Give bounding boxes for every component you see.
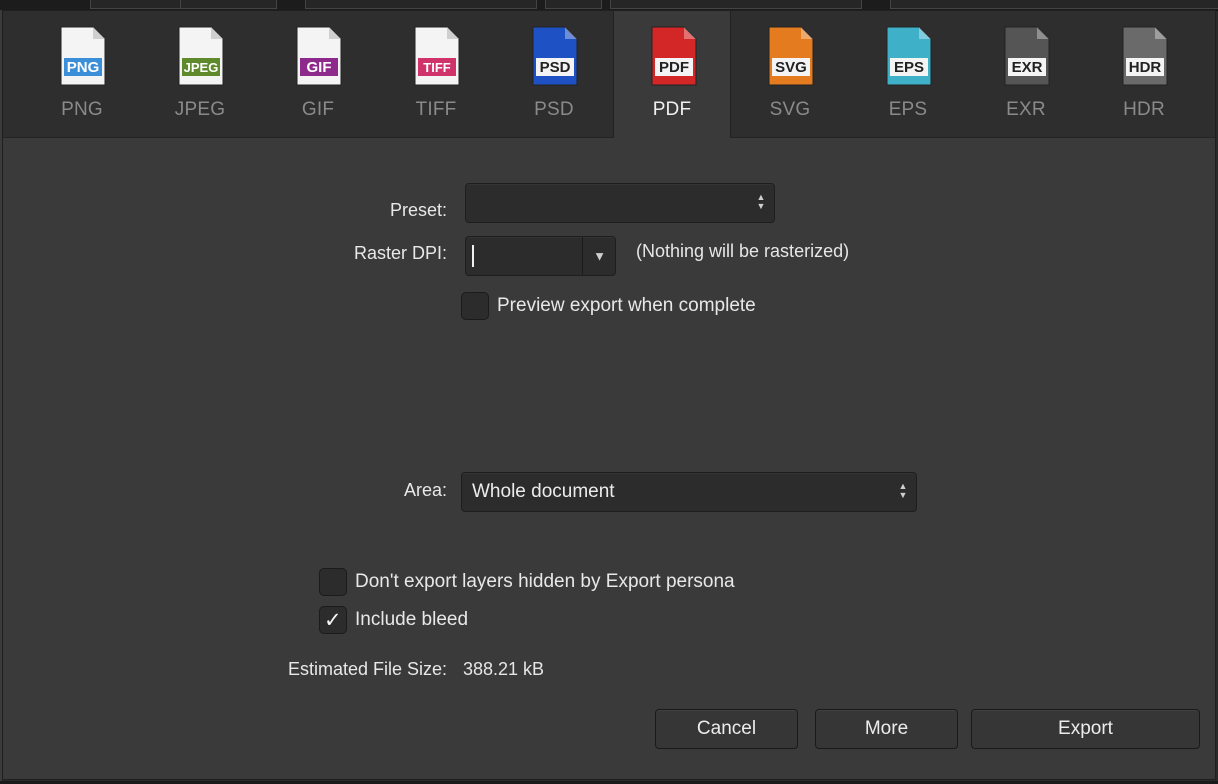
format-tab-exr[interactable]: EXR EXR — [967, 11, 1085, 137]
format-tab-label: JPEG — [174, 99, 226, 120]
file-icon-badge-text: HDR — [1129, 59, 1162, 76]
checkmark-icon: ✓ — [324, 609, 342, 632]
format-tab-label: HDR — [1123, 99, 1165, 120]
eps-file-icon: EPS — [886, 26, 932, 86]
format-tab-label: EXR — [1006, 99, 1046, 120]
dont-export-hidden-label: Don't export layers hidden by Export per… — [355, 571, 735, 592]
raster-dpi-label: Raster DPI: — [353, 243, 447, 263]
tiff-file-icon: TIFF — [414, 26, 460, 86]
format-tab-label: SVG — [769, 99, 811, 120]
include-bleed-checkbox[interactable]: ✓ — [319, 606, 347, 634]
format-tab-pdf[interactable]: PDF PDF — [613, 11, 731, 138]
preset-label: Preset: — [389, 200, 447, 220]
format-tab-psd[interactable]: PSD PSD — [495, 11, 613, 137]
svg-file-icon: SVG — [768, 26, 814, 86]
up-down-stepper-icon: ▲ ▼ — [756, 192, 766, 211]
format-tab-label: GIF — [301, 99, 335, 120]
raster-dpi-note: (Nothing will be rasterized) — [636, 241, 850, 261]
hdr-file-icon: HDR — [1122, 26, 1168, 86]
format-selector-bar: PNG PNG JPEG JPEG GIF GIF TIFF TIFF PSD PSD PDF PDF… — [3, 11, 1215, 138]
file-icon-badge-text: JPEG — [184, 60, 219, 75]
exr-file-icon: EXR — [1004, 26, 1050, 86]
file-icon-badge-text: PSD — [540, 59, 571, 76]
combo-divider — [582, 237, 583, 275]
format-tab-label: PNG — [61, 99, 103, 120]
preview-export-label: Preview export when complete — [497, 295, 756, 316]
file-icon-badge-text: EPS — [894, 59, 924, 76]
dont-export-hidden-checkbox[interactable] — [319, 568, 347, 596]
format-tab-label: EPS — [888, 99, 928, 120]
format-tab-label: PDF — [652, 99, 692, 120]
raster-dpi-combo[interactable]: ▼ — [465, 236, 616, 276]
preview-export-checkbox[interactable] — [461, 292, 489, 320]
file-icon-badge-text: EXR — [1012, 59, 1043, 76]
psd-file-icon: PSD — [532, 26, 578, 86]
triangle-down-icon[interactable]: ▼ — [593, 249, 606, 264]
preset-select[interactable]: ▲ ▼ — [465, 183, 775, 223]
format-tab-eps[interactable]: EPS EPS — [849, 11, 967, 137]
format-tab-tiff[interactable]: TIFF TIFF — [377, 11, 495, 137]
include-bleed-label: Include bleed — [355, 609, 469, 630]
jpeg-file-icon: JPEG — [178, 26, 224, 86]
area-value: Whole document — [472, 481, 615, 502]
export-button[interactable]: Export — [971, 709, 1200, 749]
gif-file-icon: GIF — [296, 26, 342, 86]
cancel-button[interactable]: Cancel — [655, 709, 798, 749]
file-icon-badge-text: SVG — [775, 59, 807, 76]
export-dialog: PNG PNG JPEG JPEG GIF GIF TIFF TIFF PSD PSD PDF PDF… — [2, 10, 1216, 780]
file-icon-badge-text: TIFF — [423, 60, 450, 75]
format-tab-jpeg[interactable]: JPEG JPEG — [141, 11, 259, 137]
area-label: Area: — [403, 480, 447, 500]
area-select[interactable]: Whole document ▲ ▼ — [461, 472, 917, 512]
format-tab-svg[interactable]: SVG SVG — [731, 11, 849, 137]
file-size-label: Estimated File Size: — [287, 659, 447, 679]
format-tab-gif[interactable]: GIF GIF — [259, 11, 377, 137]
file-size-value: 388.21 kB — [463, 659, 545, 679]
png-file-icon: PNG — [60, 26, 106, 86]
file-icon-badge-text: GIF — [307, 59, 332, 76]
file-icon-badge-text: PNG — [67, 59, 100, 76]
more-button[interactable]: More — [815, 709, 958, 749]
format-tab-label: TIFF — [415, 99, 457, 120]
file-icon-badge-text: PDF — [659, 59, 689, 76]
up-down-stepper-icon: ▲ ▼ — [898, 481, 908, 500]
text-cursor — [472, 245, 474, 267]
format-tab-png[interactable]: PNG PNG — [23, 11, 141, 137]
format-tab-hdr[interactable]: HDR HDR — [1085, 11, 1203, 137]
format-tab-label: PSD — [534, 99, 574, 120]
pdf-file-icon: PDF — [651, 26, 697, 86]
